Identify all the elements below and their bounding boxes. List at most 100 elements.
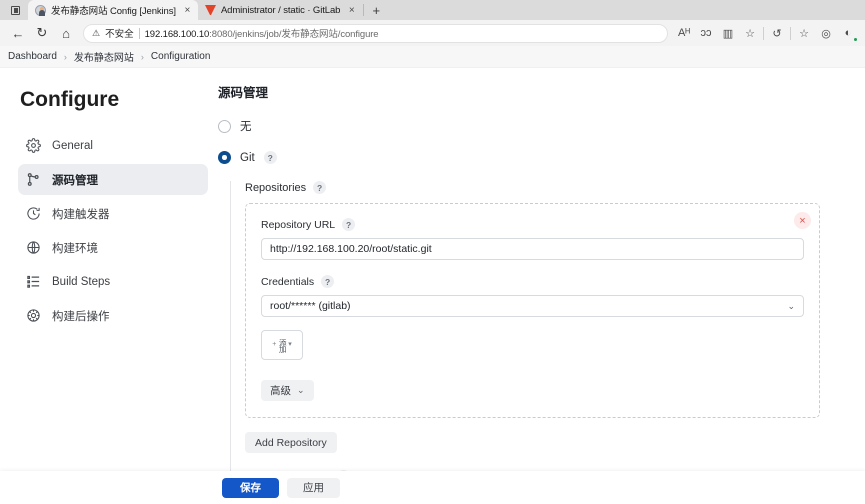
add-repository-button[interactable]: Add Repository: [245, 432, 337, 453]
sidebar-item-label: 构建触发器: [52, 208, 110, 221]
save-button[interactable]: 保存: [222, 477, 279, 498]
credentials-label-row: Credentials ?: [261, 275, 804, 288]
tab-search-icon: [10, 5, 20, 15]
jenkins-favicon-icon: [35, 4, 46, 16]
add-credentials-label: 添加: [278, 338, 288, 352]
sidebar-item-general[interactable]: General: [18, 130, 208, 161]
form-footer-bar: 保存 应用: [0, 471, 865, 504]
globe-icon: [26, 240, 41, 255]
browser-window: 发布静态网站 Config [Jenkins] × Administrator …: [0, 0, 865, 504]
sidebar-item-label: 构建环境: [52, 242, 98, 255]
add-credentials-button[interactable]: + 添加 ▾: [261, 330, 303, 360]
radio-git-label: Git: [240, 151, 255, 164]
repository-url-label: Repository URL: [261, 218, 336, 231]
git-settings-block: Repositories ? × Repository URL ? http:/…: [230, 181, 835, 503]
plus-icon: +: [272, 341, 277, 349]
scm-option-none[interactable]: 无: [218, 118, 835, 134]
breadcrumb-item-dashboard[interactable]: Dashboard: [8, 51, 57, 62]
split-screen-icon[interactable]: ▥: [717, 22, 739, 44]
home-button[interactable]: ⌂: [54, 22, 78, 44]
page-content: Dashboard › 发布静态网站 › Configuration Confi…: [0, 46, 865, 504]
delete-repository-icon[interactable]: ×: [794, 212, 811, 229]
history-icon[interactable]: ↺: [766, 22, 788, 44]
page-body: Configure General 源码管理 构建触发器 构建环境 Build …: [0, 68, 865, 503]
chevron-down-icon: ⌄: [787, 300, 795, 311]
sidebar-item-label: 构建后操作: [52, 310, 110, 323]
breadcrumb: Dashboard › 发布静态网站 › Configuration: [0, 46, 865, 68]
repository-url-input[interactable]: http://192.168.100.20/root/static.git: [261, 238, 804, 260]
security-status-text: 不安全: [105, 29, 134, 40]
sidebar-item-label: 源码管理: [52, 174, 98, 187]
not-secure-warning-icon: ⚠: [92, 27, 101, 38]
toolbar-divider-2: [790, 26, 791, 40]
chevron-down-icon-advanced: ⌄: [297, 385, 305, 395]
help-icon-repository-url[interactable]: ?: [342, 218, 356, 231]
tab-close-icon[interactable]: ×: [181, 4, 194, 17]
read-aloud-icon[interactable]: Aᴴ: [673, 22, 695, 44]
section-title: 源码管理: [218, 86, 269, 100]
back-button[interactable]: ←: [6, 22, 30, 44]
radio-none[interactable]: [218, 119, 231, 133]
browser-tab-gitlab[interactable]: Administrator / static · GitLab ×: [197, 0, 363, 20]
help-icon-credentials[interactable]: ?: [321, 275, 335, 288]
url-host: 192.168.100.10: [144, 29, 210, 40]
help-icon-repositories[interactable]: ?: [313, 181, 327, 194]
sidebar-item-build-triggers[interactable]: 构建触发器: [18, 198, 208, 229]
gitlab-favicon-icon: [204, 5, 216, 16]
radio-none-label: 无: [240, 121, 252, 133]
browser-toolbar: ← ↻ ⌂ ⚠ 不安全 192.168.100.10:8080/jenkins/…: [0, 20, 865, 46]
breadcrumb-item-configuration[interactable]: Configuration: [151, 51, 210, 62]
list-icon: [26, 274, 41, 289]
help-icon-git[interactable]: ?: [263, 151, 277, 164]
credentials-value: root/****** (gitlab): [270, 300, 351, 312]
chevron-down-icon-add: ▾: [288, 341, 292, 349]
copilot-glyph: ◐: [844, 27, 852, 39]
copilot-icon[interactable]: ◐: [837, 22, 859, 44]
sidebar-item-scm[interactable]: 源码管理: [18, 164, 208, 195]
scm-option-git[interactable]: Git ?: [218, 151, 835, 164]
tab-divider: [363, 4, 365, 16]
tab-title: Administrator / static · GitLab: [220, 4, 341, 16]
gear-arrow-icon: [26, 308, 41, 323]
repositories-label-row: Repositories ?: [245, 181, 835, 194]
favorites-star-icon[interactable]: ☆: [739, 22, 761, 44]
sidebar-item-label: General: [52, 139, 93, 152]
toolbar-divider: [763, 26, 764, 40]
sidebar-item-build-steps[interactable]: Build Steps: [18, 266, 208, 297]
tab-close-icon[interactable]: ×: [345, 4, 358, 17]
url-path: :8080/jenkins/job/发布静态网站/configure: [209, 29, 379, 40]
sidebar-item-post-build[interactable]: 构建后操作: [18, 300, 208, 331]
config-sidebar: Configure General 源码管理 构建触发器 构建环境 Build …: [0, 68, 218, 503]
sidebar-item-label: Build Steps: [52, 275, 111, 288]
breadcrumb-separator: ›: [63, 51, 67, 62]
branch-icon: [26, 172, 41, 187]
collections-icon[interactable]: ☆: [793, 22, 815, 44]
tab-search-button[interactable]: [2, 0, 28, 20]
credentials-label: Credentials: [261, 275, 315, 288]
tab-strip: 发布静态网站 Config [Jenkins] × Administrator …: [0, 0, 865, 20]
copilot-badge-icon: [853, 37, 858, 42]
apply-button[interactable]: 应用: [287, 477, 340, 498]
breadcrumb-item-job[interactable]: 发布静态网站: [74, 49, 134, 64]
new-tab-button[interactable]: +: [365, 0, 387, 20]
page-title: Configure: [20, 88, 120, 111]
radio-git[interactable]: [218, 151, 231, 164]
repository-url-label-row: Repository URL ?: [261, 218, 804, 231]
advanced-label: 高级: [270, 385, 291, 397]
tab-title: 发布静态网站 Config [Jenkins]: [51, 6, 176, 17]
url-text: 192.168.100.10:8080/jenkins/job/发布静态网站/c…: [145, 26, 379, 40]
repository-card: × Repository URL ? http://192.168.100.20…: [245, 203, 820, 418]
reload-button[interactable]: ↻: [30, 22, 54, 44]
repositories-label: Repositories: [245, 181, 307, 194]
credentials-select[interactable]: root/****** (gitlab) ⌄: [261, 295, 804, 317]
address-bar[interactable]: ⚠ 不安全 192.168.100.10:8080/jenkins/job/发布…: [83, 23, 668, 43]
browser-essentials-2-icon[interactable]: ◎: [815, 22, 837, 44]
omnibox-divider: [138, 27, 140, 39]
clock-icon: [26, 206, 41, 221]
browser-essentials-icon[interactable]: ɔɔ: [695, 22, 717, 44]
advanced-button[interactable]: 高级 ⌄: [261, 380, 314, 401]
breadcrumb-separator-2: ›: [140, 51, 144, 62]
gear-icon: [26, 138, 41, 153]
sidebar-item-build-environment[interactable]: 构建环境: [18, 232, 208, 263]
browser-tab-jenkins[interactable]: 发布静态网站 Config [Jenkins] ×: [28, 0, 198, 20]
